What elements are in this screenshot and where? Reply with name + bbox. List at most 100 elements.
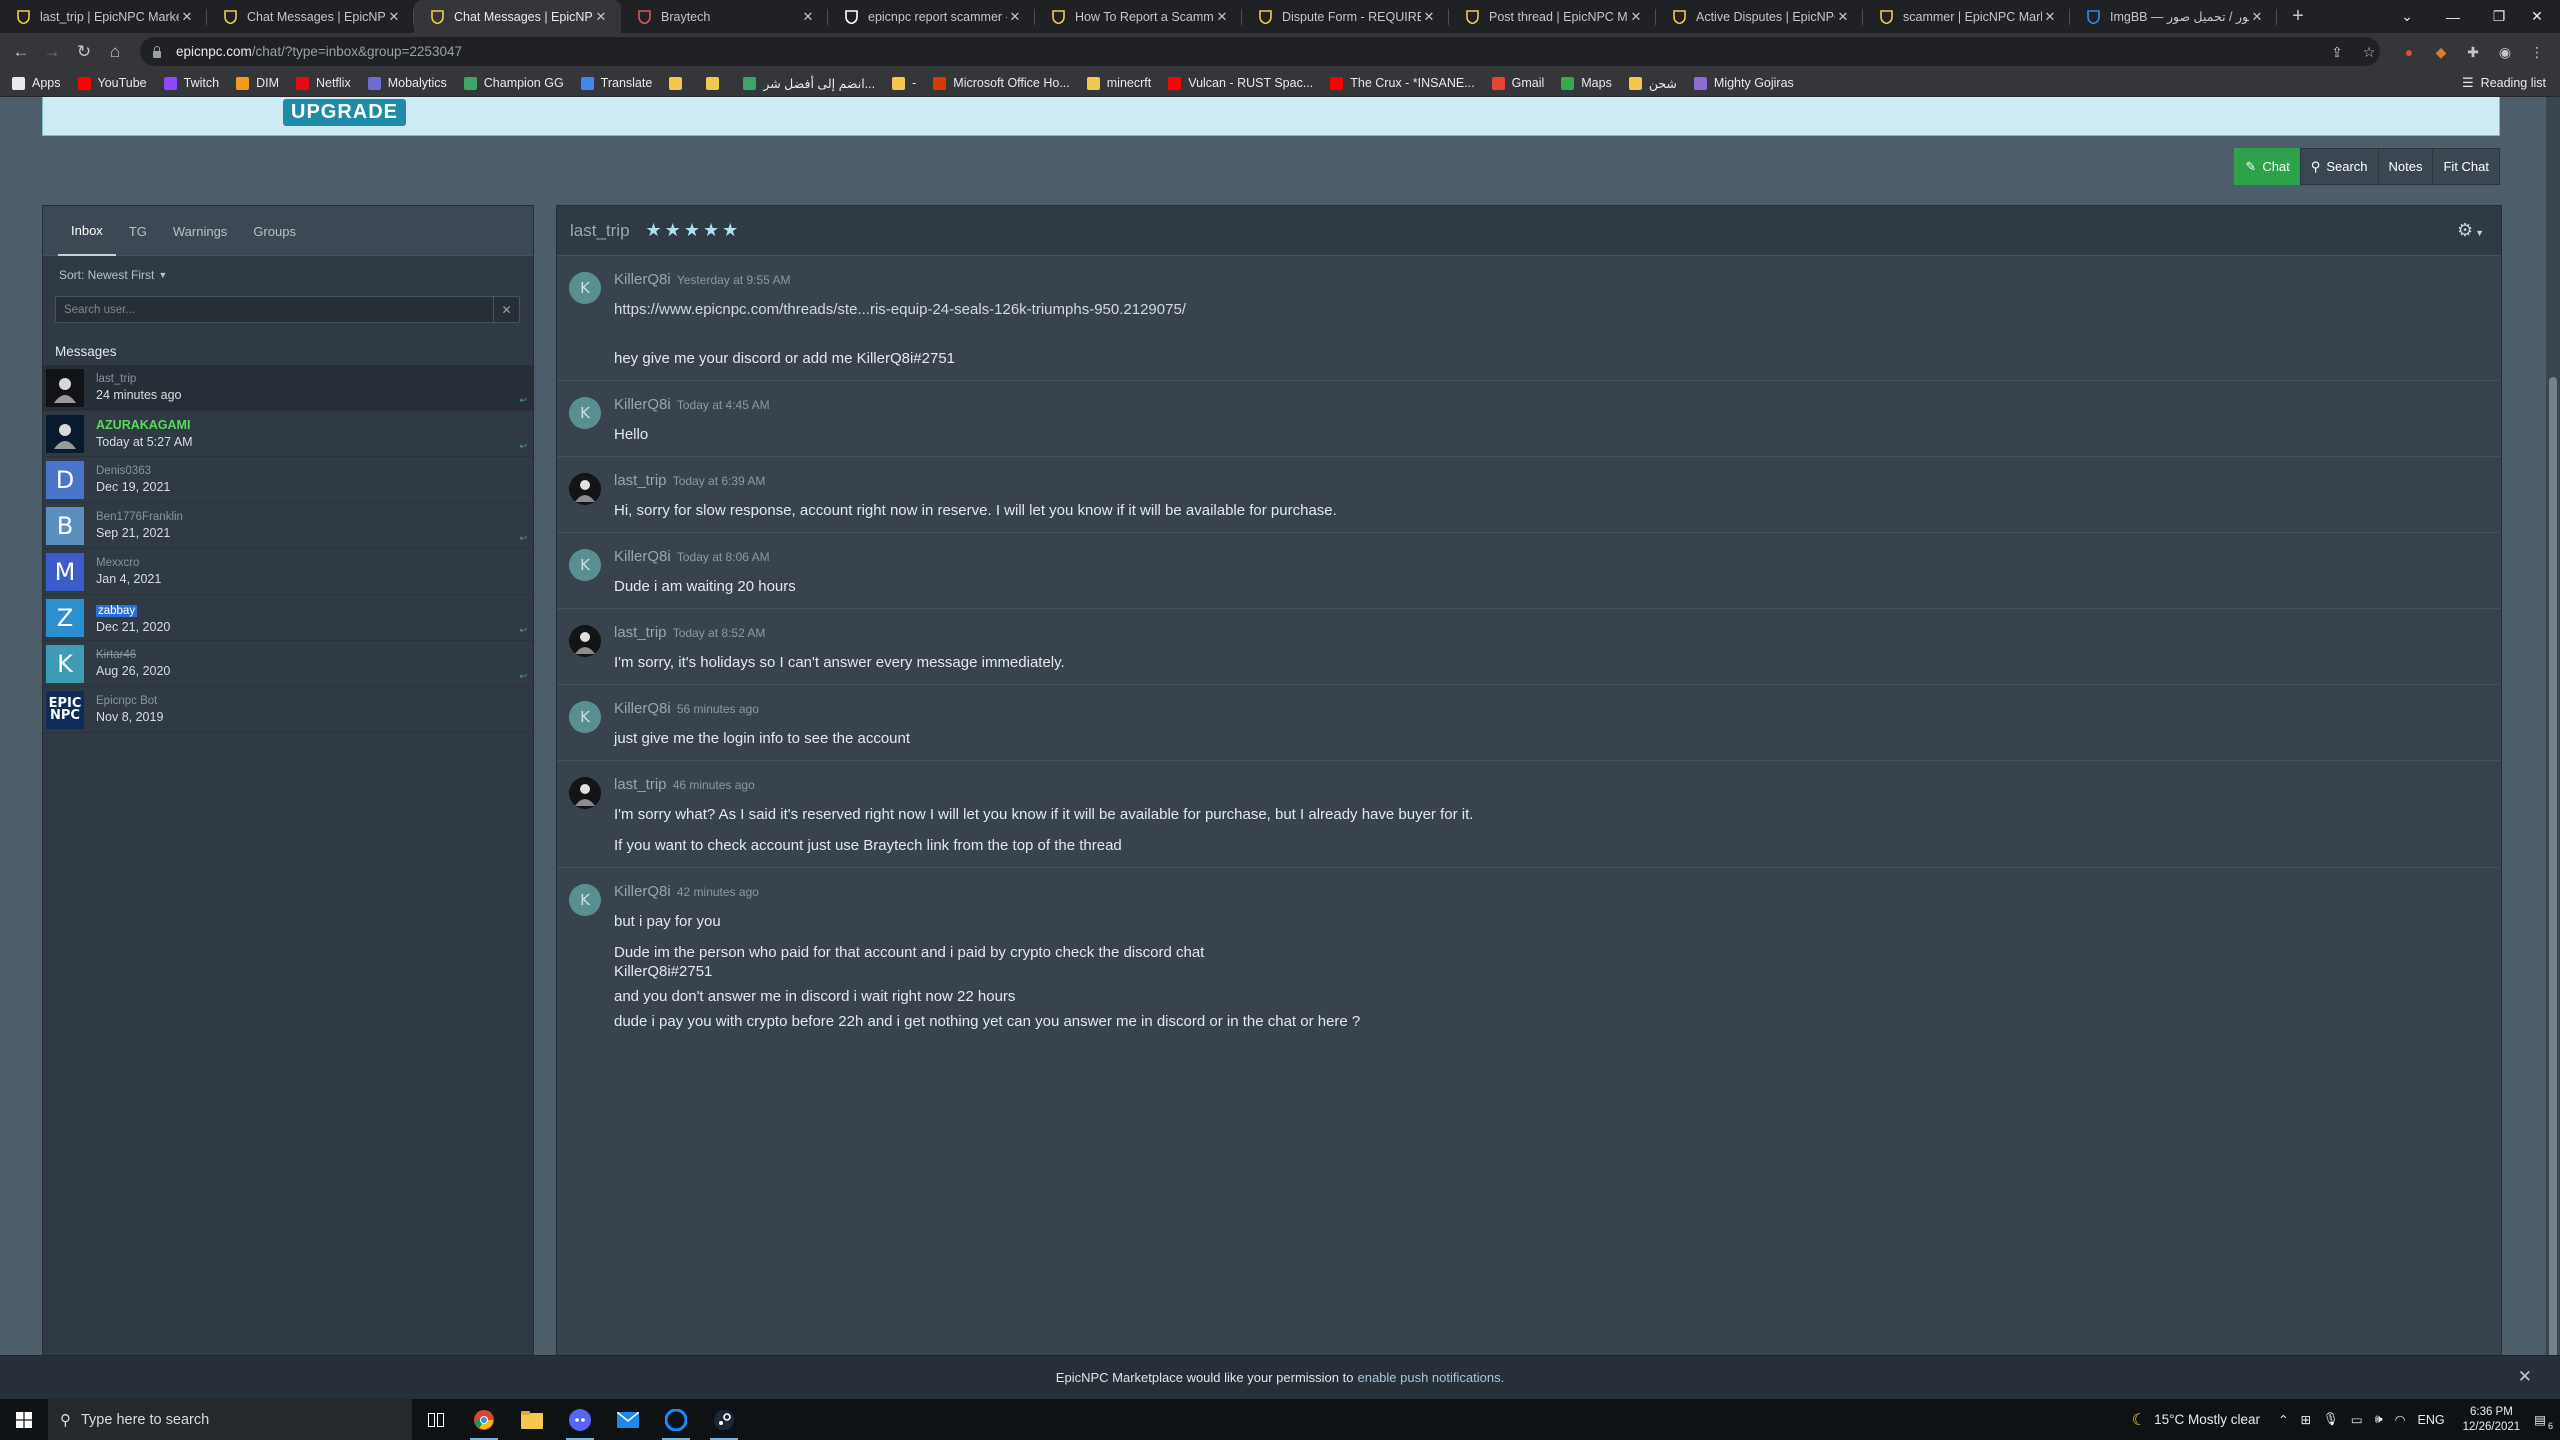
bookmark-item[interactable]: Microsoft Office Ho... (933, 76, 1070, 90)
browser-tab[interactable]: Dispute Form - REQUIRED ✕ (1242, 0, 1449, 33)
message-author[interactable]: KillerQ8i (614, 700, 671, 717)
close-tab-icon[interactable]: ✕ (1835, 9, 1851, 25)
message-author[interactable]: last_trip (614, 624, 667, 641)
minimize-icon[interactable]: — (2430, 0, 2476, 33)
enable-notifications-link[interactable]: enable push notifications. (1357, 1370, 1504, 1385)
browser-tab[interactable]: Active Disputes | EpicNPC ✕ (1656, 0, 1863, 33)
epicnpc-logo-icon[interactable]: EPIC NPC (46, 690, 84, 729)
conversation-item[interactable]: B Ben1776Franklin Sep 21, 2021 ↩ (43, 503, 533, 549)
search-button[interactable]: ⚲ Search (2299, 148, 2379, 185)
notification-center-icon[interactable]: ▤ 6 (2534, 1412, 2554, 1431)
browser-tab[interactable]: Chat Messages | EpicNPC Marketplace✕ (414, 0, 621, 33)
bookmark-item[interactable]: Maps (1561, 76, 1612, 90)
bookmark-item[interactable] (706, 76, 726, 90)
message-author[interactable]: last_trip (614, 776, 667, 793)
message-author[interactable]: KillerQ8i (614, 396, 671, 413)
bookmark-item[interactable]: شحن (1628, 76, 1677, 91)
bookmark-item[interactable]: YouTube (77, 76, 147, 90)
conversation-username[interactable]: Denis0363 (96, 465, 170, 477)
tab-tg[interactable]: TG (116, 206, 160, 256)
weather-moon-icon[interactable]: ☾ (2132, 1410, 2146, 1430)
forward-icon[interactable]: → (39, 39, 65, 65)
message-avatar[interactable]: K (569, 884, 601, 916)
conversation-username[interactable]: last_trip (96, 373, 181, 385)
avatar-letter-icon[interactable]: Z (46, 598, 84, 637)
extensions-puzzle-icon[interactable]: ✚ (2462, 41, 2484, 63)
close-tab-icon[interactable]: ✕ (2249, 9, 2265, 25)
close-icon[interactable]: ✕ (2518, 1367, 2532, 1387)
message-avatar[interactable] (569, 473, 601, 505)
chat-partner-name[interactable]: last_trip (570, 221, 630, 241)
battlenet-taskbar-icon[interactable] (652, 1399, 700, 1440)
bookmark-item[interactable]: Mobalytics (367, 76, 447, 90)
close-tab-icon[interactable]: ✕ (1421, 9, 1437, 25)
close-tab-icon[interactable]: ✕ (179, 9, 195, 25)
tab-inbox[interactable]: Inbox (58, 206, 116, 256)
chrome-taskbar-icon[interactable] (460, 1399, 508, 1440)
bookmark-item[interactable]: Netflix (295, 76, 351, 90)
message-author[interactable]: last_trip (614, 472, 667, 489)
discord-taskbar-icon[interactable] (556, 1399, 604, 1440)
scrollbar-thumb[interactable] (2549, 377, 2557, 1417)
conversation-username[interactable]: AZURAKAGAMI (96, 418, 193, 432)
close-tab-icon[interactable]: ✕ (2042, 9, 2058, 25)
clock[interactable]: 6:36 PM 12/26/2021 (2463, 1405, 2521, 1435)
browser-tab[interactable]: How To Report a Scammer ✕ (1035, 0, 1242, 33)
bookmark-item[interactable]: Champion GG (463, 76, 564, 90)
close-tab-icon[interactable]: ✕ (1628, 9, 1644, 25)
close-tab-icon[interactable]: ✕ (800, 9, 816, 25)
search-user-input[interactable] (56, 297, 493, 322)
microphone-icon[interactable]: 🎙︎ (2323, 1412, 2339, 1427)
tray-overflow-icon[interactable]: ⌃ (2278, 1412, 2288, 1427)
message-author[interactable]: KillerQ8i (614, 271, 671, 288)
browser-tab[interactable]: scammer | EpicNPC Marketplace✕ (1863, 0, 2070, 33)
bookmark-item[interactable]: Vulcan - RUST Spac... (1168, 76, 1313, 90)
message-avatar[interactable] (569, 777, 601, 809)
tab-groups[interactable]: Groups (240, 206, 309, 256)
bookmark-item[interactable]: Twitch (163, 76, 219, 90)
taskbar-search-box[interactable]: ⚲ Type here to search (48, 1399, 412, 1440)
conversation-item[interactable]: K Kirtar46 Aug 26, 2020 ↩ (43, 641, 533, 687)
tab-search-icon[interactable]: ⌄ (2384, 0, 2430, 33)
browser-menu-icon[interactable]: ⋮ (2526, 41, 2548, 63)
close-tab-icon[interactable]: ✕ (1007, 9, 1023, 25)
bookmark-item[interactable]: Mighty Gojiras (1693, 76, 1794, 90)
close-tab-icon[interactable]: ✕ (386, 9, 402, 25)
mail-taskbar-icon[interactable] (604, 1399, 652, 1440)
share-icon[interactable]: ⇪ (2326, 41, 2348, 63)
tray-app-icon[interactable]: ⊞ (2301, 1412, 2311, 1427)
browser-tab[interactable]: Braytech ✕ (621, 0, 828, 33)
reload-icon[interactable]: ↻ (71, 39, 97, 65)
back-icon[interactable]: ← (8, 39, 34, 65)
volume-icon[interactable]: 🕪︎ (2375, 1412, 2383, 1427)
page-scrollbar[interactable] (2546, 97, 2560, 1417)
avatar-letter-icon[interactable]: M (46, 552, 84, 591)
bookmark-item[interactable]: Translate (580, 76, 652, 90)
message-avatar[interactable]: K (569, 549, 601, 581)
bookmark-star-icon[interactable]: ☆ (2358, 41, 2380, 63)
bookmark-item[interactable]: Apps (12, 76, 61, 90)
bookmark-item[interactable]: Gmail (1491, 76, 1544, 90)
message-author[interactable]: KillerQ8i (614, 883, 671, 900)
clear-search-icon[interactable]: ✕ (493, 297, 519, 322)
lock-icon[interactable] (152, 45, 162, 58)
wifi-icon[interactable]: ◠ (2395, 1412, 2406, 1427)
conversation-username[interactable]: Epicnpc Bot (96, 695, 163, 707)
upgrade-button[interactable]: UPGRADE (283, 99, 407, 126)
task-view-icon[interactable] (412, 1399, 460, 1440)
browser-tab[interactable]: epicnpc report scammer - Google Search✕ (828, 0, 1035, 33)
avatar-letter-icon[interactable]: B (46, 506, 84, 545)
browser-tab[interactable]: Chat Messages | EpicNPC Marketplace✕ (207, 0, 414, 33)
conversation-item[interactable]: Zzabbay Dec 21, 2020 ↩ (43, 595, 533, 641)
avatar-letter-icon[interactable]: D (46, 460, 84, 499)
bookmark-item[interactable] (669, 76, 689, 90)
browser-tab[interactable]: last_trip | EpicNPC Marketplace✕ (0, 0, 207, 33)
network-icon[interactable]: ▭ (2351, 1412, 2363, 1427)
language-indicator[interactable]: ENG (2418, 1413, 2445, 1427)
browser-tab[interactable]: ImgBB — رفع الصور / تحميل صور✕ (2070, 0, 2277, 33)
message-avatar[interactable]: K (569, 701, 601, 733)
avatar-photo-icon[interactable] (46, 368, 84, 407)
steam-taskbar-icon[interactable] (700, 1399, 748, 1440)
reading-list-button[interactable]: ☰ Reading list (2462, 75, 2546, 91)
gear-icon[interactable]: ⚙ ▼ (2457, 220, 2484, 241)
